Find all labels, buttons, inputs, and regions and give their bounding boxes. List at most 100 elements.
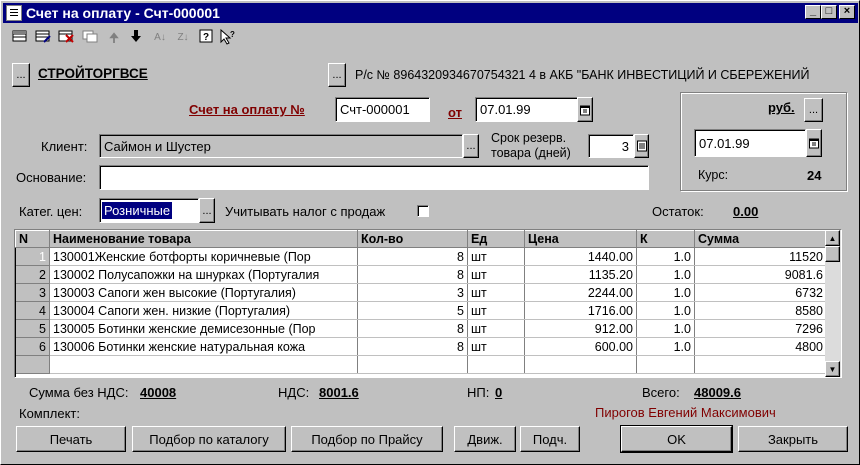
cell-unit[interactable]: шт bbox=[467, 283, 525, 302]
cell-qty[interactable]: 8 bbox=[357, 319, 468, 338]
subordinate-button[interactable]: Подч. bbox=[520, 426, 580, 452]
cell-sum[interactable]: 8580 bbox=[694, 301, 827, 320]
select-client-button[interactable]: ... bbox=[463, 134, 479, 158]
scroll-up-icon[interactable]: ▲ bbox=[825, 230, 840, 246]
sort-desc-icon[interactable]: Z↓ bbox=[174, 29, 192, 47]
cell-sum[interactable]: 11520 bbox=[694, 247, 827, 266]
tax-checkbox[interactable] bbox=[417, 205, 429, 217]
cell-k[interactable]: 1.0 bbox=[636, 319, 695, 338]
cell-price[interactable]: 1135.20 bbox=[524, 265, 637, 284]
invoice-date-field[interactable]: 07.01.99 bbox=[475, 97, 578, 122]
catalog-select-button[interactable]: Подбор по каталогу bbox=[132, 426, 286, 452]
cell-qty[interactable]: 5 bbox=[357, 301, 468, 320]
table-row-empty[interactable] bbox=[15, 355, 827, 374]
table-row[interactable]: 1 130001Женские ботфорты коричневые (Пор… bbox=[15, 247, 827, 266]
basis-field[interactable] bbox=[99, 165, 649, 190]
scroll-thumb[interactable] bbox=[825, 246, 840, 262]
cell-name[interactable]: 130006 Ботинки женские натуральная кожа bbox=[49, 337, 358, 356]
move-down-icon[interactable] bbox=[127, 29, 145, 47]
invoice-number-field[interactable]: Счт-000001 bbox=[335, 97, 430, 122]
currency-calendar-icon[interactable] bbox=[806, 129, 822, 157]
cell-name[interactable]: 130001Женские ботфорты коричневые (Пор bbox=[49, 247, 358, 266]
close-window-button[interactable]: × bbox=[839, 5, 855, 19]
move-up-icon[interactable]: 🠉 bbox=[105, 29, 123, 47]
select-price-cat-button[interactable]: ... bbox=[199, 198, 215, 223]
table-row[interactable]: 5 130005 Ботинки женские демисезонные (П… bbox=[15, 319, 827, 338]
currency-name[interactable]: руб. bbox=[768, 100, 795, 115]
col-header-sum[interactable]: Сумма bbox=[694, 230, 827, 248]
tax-label: Учитывать налог с продаж bbox=[225, 204, 386, 219]
calendar-icon[interactable] bbox=[577, 97, 593, 122]
row-number[interactable]: 2 bbox=[15, 265, 50, 284]
print-button[interactable]: Печать bbox=[16, 426, 126, 452]
col-header-qty[interactable]: Кол-во bbox=[357, 230, 468, 248]
table-row[interactable]: 4 130004 Сапоги жен. низкие (Португалия)… bbox=[15, 301, 827, 320]
table-row[interactable]: 3 130003 Сапоги жен высокие (Португалия)… bbox=[15, 283, 827, 302]
cell-qty[interactable]: 3 bbox=[357, 283, 468, 302]
price-cat-field[interactable]: Розничные bbox=[99, 198, 199, 223]
cell-price[interactable]: 1716.00 bbox=[524, 301, 637, 320]
invoice-window: Счет на оплату - Счт-000001 _ □ × 🠉 A↓ Z… bbox=[0, 0, 860, 465]
col-header-k[interactable]: К bbox=[636, 230, 695, 248]
row-number[interactable]: 4 bbox=[15, 301, 50, 320]
table-row[interactable]: 6 130006 Ботинки женские натуральная кож… bbox=[15, 337, 827, 356]
minimize-button[interactable]: _ bbox=[805, 5, 821, 19]
col-header-unit[interactable]: Ед bbox=[467, 230, 525, 248]
reserve-days-field[interactable]: 3 bbox=[588, 134, 634, 158]
cell-k[interactable]: 1.0 bbox=[636, 265, 695, 284]
select-org-button[interactable]: ... bbox=[12, 63, 30, 87]
cell-sum[interactable]: 9081.6 bbox=[694, 265, 827, 284]
cell-k[interactable]: 1.0 bbox=[636, 283, 695, 302]
row-number[interactable]: 6 bbox=[15, 337, 50, 356]
ok-button[interactable]: OK bbox=[620, 425, 733, 453]
cell-price[interactable]: 1440.00 bbox=[524, 247, 637, 266]
delete-row-icon[interactable] bbox=[57, 29, 75, 47]
row-number[interactable]: 5 bbox=[15, 319, 50, 338]
cell-sum[interactable]: 6732 bbox=[694, 283, 827, 302]
table-row[interactable]: 2 130002 Полусапожки на шнурках (Португа… bbox=[15, 265, 827, 284]
cell-unit[interactable]: шт bbox=[467, 319, 525, 338]
cell-k[interactable]: 1.0 bbox=[636, 337, 695, 356]
copy-row-icon[interactable] bbox=[81, 29, 99, 47]
cell-price[interactable]: 2244.00 bbox=[524, 283, 637, 302]
col-header-price[interactable]: Цена bbox=[524, 230, 637, 248]
cell-name[interactable]: 130002 Полусапожки на шнурках (Португали… bbox=[49, 265, 358, 284]
close-button[interactable]: Закрыть bbox=[738, 426, 848, 452]
new-row-icon[interactable] bbox=[11, 29, 29, 47]
row-number[interactable]: 3 bbox=[15, 283, 50, 302]
select-bank-account-button[interactable]: ... bbox=[328, 63, 346, 87]
cell-k[interactable]: 1.0 bbox=[636, 301, 695, 320]
cell-qty[interactable]: 8 bbox=[357, 265, 468, 284]
cell-qty[interactable]: 8 bbox=[357, 337, 468, 356]
col-header-name[interactable]: Наименование товара bbox=[49, 230, 358, 248]
title-bar[interactable]: Счет на оплату - Счт-000001 bbox=[3, 3, 858, 23]
cell-name[interactable]: 130004 Сапоги жен. низкие (Португалия) bbox=[49, 301, 358, 320]
sort-asc-icon[interactable]: A↓ bbox=[151, 29, 169, 47]
client-field[interactable]: Саймон и Шустер bbox=[99, 134, 463, 158]
cell-unit[interactable]: шт bbox=[467, 265, 525, 284]
col-header-n[interactable]: N bbox=[15, 230, 50, 248]
maximize-button[interactable]: □ bbox=[821, 5, 837, 19]
cell-unit[interactable]: шт bbox=[467, 301, 525, 320]
cell-name[interactable]: 130005 Ботинки женские демисезонные (Пор bbox=[49, 319, 358, 338]
cell-price[interactable]: 600.00 bbox=[524, 337, 637, 356]
pricelist-select-button[interactable]: Подбор по Прайсу bbox=[291, 426, 443, 452]
cell-name[interactable]: 130003 Сапоги жен высокие (Португалия) bbox=[49, 283, 358, 302]
cell-sum[interactable]: 7296 bbox=[694, 319, 827, 338]
cell-unit[interactable]: шт bbox=[467, 247, 525, 266]
cell-unit[interactable]: шт bbox=[467, 337, 525, 356]
movement-button[interactable]: Движ. bbox=[454, 426, 516, 452]
cell-qty[interactable]: 8 bbox=[357, 247, 468, 266]
currency-date-field[interactable]: 07.01.99 bbox=[694, 129, 806, 157]
row-number[interactable]: 1 bbox=[15, 247, 50, 266]
edit-row-icon[interactable] bbox=[34, 29, 52, 47]
reserve-calc-icon[interactable] bbox=[634, 134, 649, 158]
cell-sum[interactable]: 4800 bbox=[694, 337, 827, 356]
cell-k[interactable]: 1.0 bbox=[636, 247, 695, 266]
select-currency-button[interactable]: ... bbox=[804, 98, 823, 122]
scroll-down-icon[interactable]: ▼ bbox=[825, 361, 840, 377]
org-name[interactable]: СТРОЙТОРГВСЕ bbox=[38, 66, 148, 81]
context-help-icon[interactable]: ? bbox=[219, 28, 237, 47]
help-icon[interactable]: ? bbox=[197, 29, 215, 47]
cell-price[interactable]: 912.00 bbox=[524, 319, 637, 338]
